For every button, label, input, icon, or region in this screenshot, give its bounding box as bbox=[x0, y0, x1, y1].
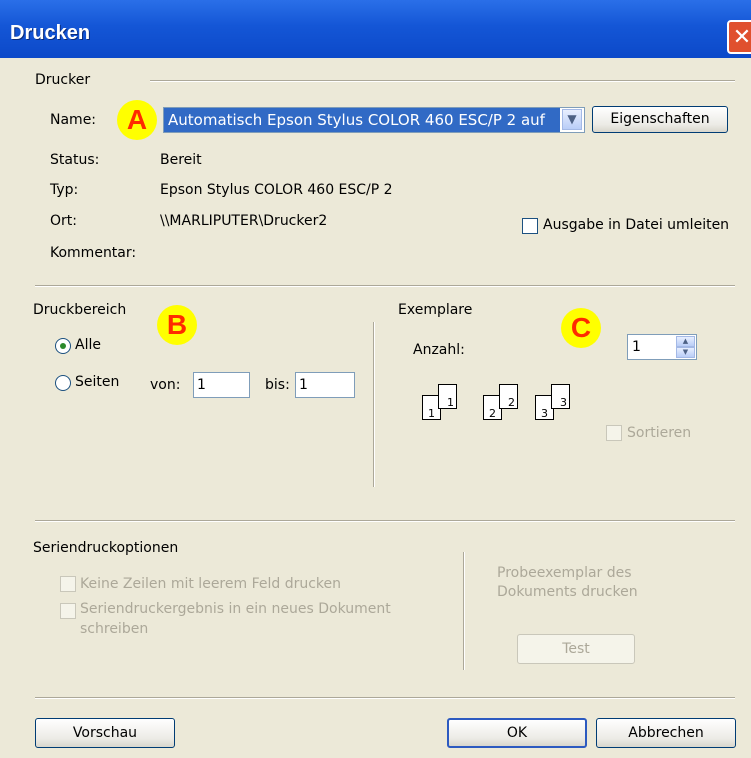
printer-name-select[interactable]: Automatisch Epson Stylus COLOR 460 ESC/P… bbox=[163, 107, 585, 133]
annotation-badge-a: A bbox=[117, 100, 157, 140]
mailmerge-section-label: Seriendruckoptionen bbox=[33, 540, 179, 556]
all-pages-radio[interactable] bbox=[55, 338, 71, 354]
page-icon: 2 bbox=[499, 384, 518, 409]
spin-down-icon[interactable]: ▼ bbox=[676, 347, 695, 358]
print-range-section-label: Druckbereich bbox=[33, 302, 127, 318]
new-document-checkbox[interactable] bbox=[60, 603, 76, 619]
vertical-divider bbox=[463, 552, 465, 670]
vertical-divider bbox=[373, 322, 375, 487]
new-document-label: Seriendruckergebnis in ein neues Dokumen… bbox=[80, 601, 391, 617]
print-to-file-label: Ausgabe in Datei umleiten bbox=[543, 217, 730, 233]
annotation-badge-b: B bbox=[157, 305, 197, 345]
copies-count-stepper[interactable]: 1 ▲ ▼ bbox=[627, 334, 697, 360]
annotation-badge-c: C bbox=[561, 308, 601, 348]
close-button[interactable]: ✕ bbox=[727, 20, 751, 54]
copies-section-label: Exemplare bbox=[398, 302, 473, 318]
copies-count-label: Anzahl: bbox=[413, 342, 465, 358]
type-label: Typ: bbox=[50, 182, 79, 198]
page-icon: 1 bbox=[438, 384, 457, 409]
section-divider bbox=[35, 520, 735, 522]
window-title: Drucken bbox=[10, 22, 91, 44]
sample-print-label-line2: Dokuments drucken bbox=[497, 584, 638, 600]
status-value: Bereit bbox=[160, 152, 202, 168]
collate-checkbox[interactable] bbox=[606, 425, 622, 441]
chevron-down-icon[interactable]: ▼ bbox=[562, 109, 582, 130]
from-page-input[interactable]: 1 bbox=[193, 372, 250, 398]
new-document-label-line2: schreiben bbox=[80, 621, 149, 637]
location-label: Ort: bbox=[50, 213, 77, 229]
spin-up-icon[interactable]: ▲ bbox=[676, 336, 695, 347]
test-button[interactable]: Test bbox=[517, 634, 635, 664]
printer-name-label: Name: bbox=[50, 112, 97, 128]
sample-print-label: Probeexemplar des bbox=[497, 565, 632, 581]
pages-radio[interactable] bbox=[55, 375, 71, 391]
skip-empty-fields-checkbox[interactable] bbox=[60, 576, 76, 592]
status-label: Status: bbox=[50, 152, 100, 168]
to-label: bis: bbox=[265, 377, 290, 393]
spin-buttons: ▲ ▼ bbox=[676, 336, 695, 358]
copies-count-value: 1 bbox=[632, 339, 641, 355]
print-to-file-checkbox[interactable] bbox=[522, 218, 538, 234]
location-value: \\MARLIPUTER\Drucker2 bbox=[160, 213, 328, 229]
cancel-button[interactable]: Abbrechen bbox=[596, 718, 736, 748]
title-bar[interactable]: Drucken bbox=[0, 0, 751, 58]
type-value: Epson Stylus COLOR 460 ESC/P 2 bbox=[160, 182, 393, 198]
page-icon: 3 bbox=[551, 384, 570, 409]
radio-selected-dot bbox=[60, 343, 66, 349]
from-label: von: bbox=[150, 377, 181, 393]
footer-divider bbox=[35, 697, 735, 699]
printer-name-value: Automatisch Epson Stylus COLOR 460 ESC/P… bbox=[164, 108, 560, 132]
printer-section-label: Drucker bbox=[35, 72, 91, 88]
preview-button[interactable]: Vorschau bbox=[35, 718, 175, 748]
pages-label: Seiten bbox=[75, 374, 120, 390]
to-page-input[interactable]: 1 bbox=[295, 372, 355, 398]
ok-button[interactable]: OK bbox=[447, 718, 587, 748]
printer-section-divider bbox=[150, 80, 735, 82]
print-dialog: Drucken ✕ Drucker Name: A Automatisch Ep… bbox=[0, 0, 751, 758]
collate-label: Sortieren bbox=[627, 425, 692, 441]
section-divider bbox=[35, 285, 735, 287]
all-pages-label: Alle bbox=[75, 337, 101, 353]
skip-empty-fields-label: Keine Zeilen mit leerem Feld drucken bbox=[80, 576, 342, 592]
properties-button[interactable]: Eigenschaften bbox=[592, 106, 728, 133]
comment-label: Kommentar: bbox=[50, 245, 137, 261]
